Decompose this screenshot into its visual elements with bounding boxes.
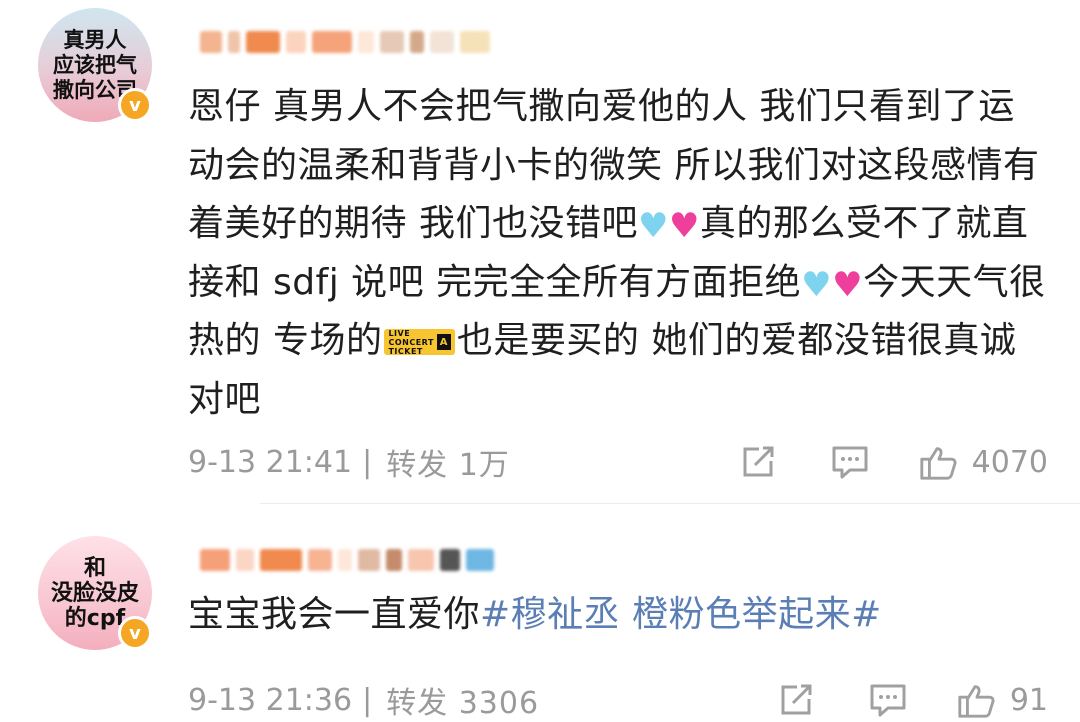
divider xyxy=(260,503,1080,504)
meta-separator: | xyxy=(362,444,373,480)
comment-icon[interactable] xyxy=(868,680,908,720)
timestamp: 9-13 21:41 xyxy=(188,444,353,480)
verified-badge: v xyxy=(118,88,152,122)
blue-heart-icon: ♥ xyxy=(801,264,833,305)
concert-ticket-icon: LIVE CONCERT TICKET A xyxy=(384,328,455,356)
username-blurred[interactable] xyxy=(200,30,490,54)
comment-actions: 4070 xyxy=(738,440,1048,484)
comment-item: 真男人 应该把气 撒向公司 v 恩仔 真男人不会把气撒向爱他的人 我们只看到了运… xyxy=(0,0,1080,505)
comment-actions: 91 xyxy=(776,678,1048,722)
username-blurred[interactable] xyxy=(200,548,494,572)
comment-meta: 9-13 21:41 | 转发 1万 4070 xyxy=(188,440,1048,484)
meta-separator: | xyxy=(362,682,373,718)
pink-heart-icon: ♥ xyxy=(668,206,700,246)
verified-badge: v xyxy=(118,616,152,650)
blue-heart-icon: ♥ xyxy=(637,206,669,246)
ticket-line: TICKET xyxy=(388,346,423,356)
timestamp: 9-13 21:36 xyxy=(188,682,353,718)
pink-heart-icon: ♥ xyxy=(832,264,864,305)
comment-text: 恩仔 真男人不会把气撒向爱他的人 我们只看到了运动会的温柔和背背小卡的微笑 所以… xyxy=(188,78,1048,429)
avatar[interactable]: 和 没脸没皮 的cpf v xyxy=(38,536,152,650)
hashtag-link[interactable]: #穆祉丞 橙粉色举起来# xyxy=(480,594,882,635)
like-count: 4070 xyxy=(971,444,1048,480)
ticket-line: LIVE xyxy=(388,328,411,338)
repost-count[interactable]: 转发 3306 xyxy=(386,678,539,722)
text-segment: 宝宝我会一直爱你 xyxy=(188,594,481,635)
comment-text: 宝宝我会一直爱你#穆祉丞 橙粉色举起来# xyxy=(188,586,1048,645)
repost-count[interactable]: 转发 1万 xyxy=(386,440,510,484)
repost-icon[interactable] xyxy=(738,442,778,482)
ticket-badge: A xyxy=(436,334,451,350)
like-icon[interactable] xyxy=(956,680,996,720)
comment-meta: 9-13 21:36 | 转发 3306 91 xyxy=(188,678,1048,722)
repost-icon[interactable] xyxy=(776,680,816,720)
like-icon[interactable] xyxy=(918,442,958,482)
like-count: 91 xyxy=(1009,682,1048,718)
avatar[interactable]: 真男人 应该把气 撒向公司 v xyxy=(38,8,152,122)
comment-icon[interactable] xyxy=(830,442,870,482)
ticket-line: CONCERT xyxy=(388,337,434,347)
comment-item: 和 没脸没皮 的cpf v 宝宝我会一直爱你#穆祉丞 橙粉色举起来# 9-13 … xyxy=(0,528,1080,721)
